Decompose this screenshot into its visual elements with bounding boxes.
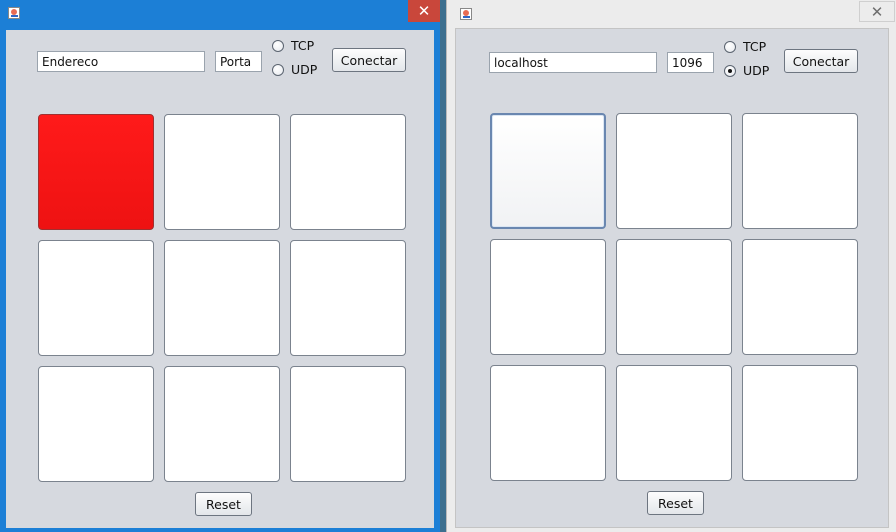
left-radio-tcp[interactable]: TCP <box>272 38 314 53</box>
right-window: ✕ localhost 1096 TCP UDP Conectar Reset <box>446 0 896 532</box>
left-radio-udp-label: UDP <box>291 62 318 77</box>
left-connect-button[interactable]: Conectar <box>332 48 406 72</box>
right-board-cell-3[interactable] <box>742 113 858 229</box>
right-radio-tcp[interactable]: TCP <box>724 39 766 54</box>
left-board-cell-6[interactable] <box>290 240 406 356</box>
right-reset-button[interactable]: Reset <box>647 491 704 515</box>
right-radio-udp-label: UDP <box>743 63 770 78</box>
java-coffee-icon <box>460 8 472 20</box>
right-radio-tcp-label: TCP <box>743 39 767 54</box>
right-board-cell-2[interactable] <box>616 113 732 229</box>
close-icon: ✕ <box>870 2 884 21</box>
right-board-cell-7[interactable] <box>490 365 606 481</box>
left-board-cell-2[interactable] <box>164 114 280 230</box>
left-window: ✕ Endereco Porta TCP UDP Conectar Reset <box>0 0 440 532</box>
left-reset-button[interactable]: Reset <box>195 492 252 516</box>
left-radio-udp[interactable]: UDP <box>272 62 317 77</box>
right-board-cell-4[interactable] <box>490 239 606 355</box>
left-radio-udp-button[interactable] <box>272 63 284 76</box>
left-board-cell-3[interactable] <box>290 114 406 230</box>
right-board-cell-1[interactable] <box>490 113 606 229</box>
left-content-panel: Endereco Porta TCP UDP Conectar Reset <box>6 30 434 528</box>
right-connect-button[interactable]: Conectar <box>784 49 858 73</box>
right-board-cell-6[interactable] <box>742 239 858 355</box>
right-radio-udp-button[interactable] <box>724 64 736 77</box>
left-board-cell-1[interactable] <box>38 114 154 230</box>
left-close-button[interactable]: ✕ <box>408 0 440 22</box>
close-icon: ✕ <box>417 2 431 20</box>
left-board-cell-8[interactable] <box>164 366 280 482</box>
left-radio-tcp-label: TCP <box>291 38 315 53</box>
right-address-field[interactable]: localhost <box>489 52 657 73</box>
right-radio-udp[interactable]: UDP <box>724 63 769 78</box>
right-board-cell-9[interactable] <box>742 365 858 481</box>
right-close-button[interactable]: ✕ <box>859 1 895 22</box>
left-board-cell-5[interactable] <box>164 240 280 356</box>
left-address-field[interactable]: Endereco <box>37 51 205 72</box>
left-board-cell-4[interactable] <box>38 240 154 356</box>
left-port-field[interactable]: Porta <box>215 51 262 72</box>
left-board-cell-7[interactable] <box>38 366 154 482</box>
right-radio-tcp-button[interactable] <box>724 40 736 53</box>
right-board-cell-5[interactable] <box>616 239 732 355</box>
java-coffee-icon <box>8 7 20 19</box>
right-titlebar[interactable]: ✕ <box>447 0 896 30</box>
left-titlebar[interactable]: ✕ <box>0 0 440 30</box>
right-content-panel: localhost 1096 TCP UDP Conectar Reset <box>455 28 889 528</box>
left-board-cell-9[interactable] <box>290 366 406 482</box>
right-port-field[interactable]: 1096 <box>667 52 714 73</box>
left-radio-tcp-button[interactable] <box>272 39 284 52</box>
right-board-cell-8[interactable] <box>616 365 732 481</box>
